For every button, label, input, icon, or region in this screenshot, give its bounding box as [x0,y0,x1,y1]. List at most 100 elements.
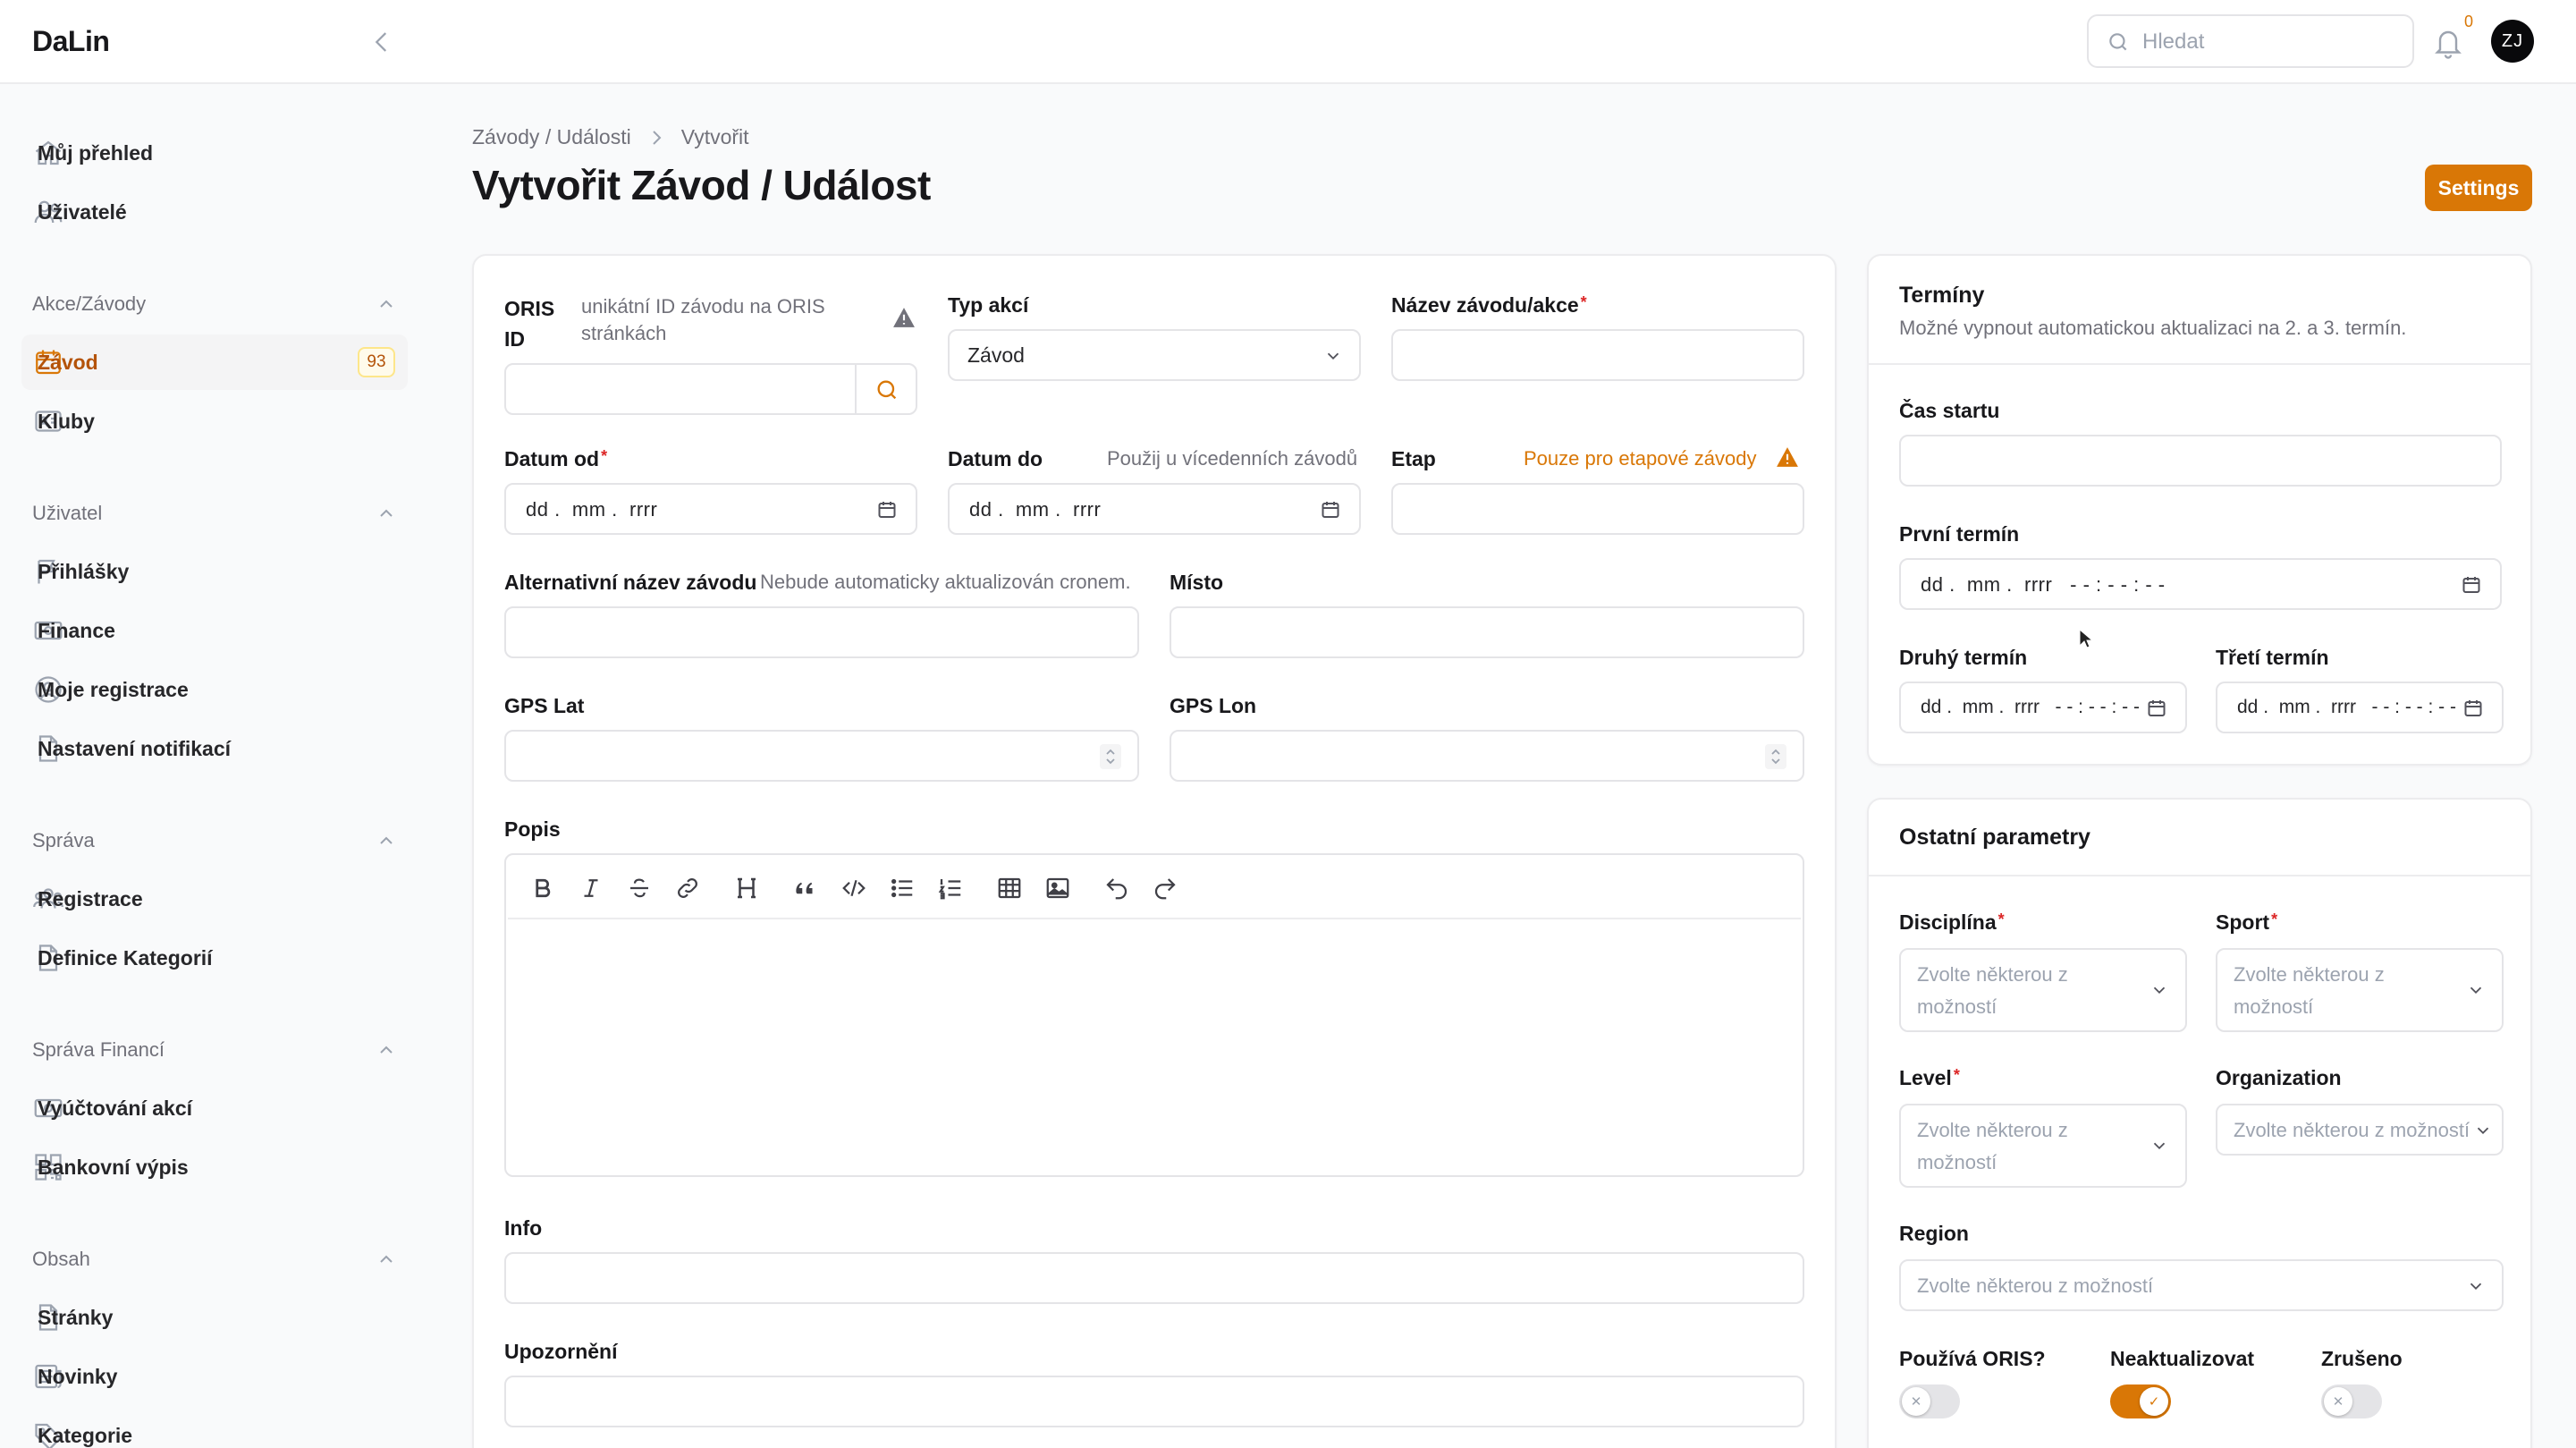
sidebar-group-label: Obsah [32,1248,90,1270]
sidebar-item-label: Uživatelé [38,199,127,224]
chevron-down-icon [2466,980,2486,1000]
gps-lat-input[interactable] [504,730,1139,782]
number-stepper-icon[interactable] [1100,744,1121,769]
bullet-list-icon[interactable] [889,875,916,902]
oris-id-input[interactable] [504,363,917,415]
calendar-icon[interactable] [2146,698,2167,719]
sidebar-item-kategorie[interactable]: Kategorie [21,1408,408,1448]
select-placeholder: Zvolte některou z možností [1917,1274,2154,1297]
sidebar-item-prihlasky[interactable]: Přihlášky [21,544,408,599]
ordered-list-icon[interactable] [937,875,964,902]
search-icon [874,377,899,402]
redo-icon[interactable] [1152,875,1178,902]
druhy-termin-input[interactable]: dd . mm . rrrr - - : - - : - - [1899,682,2187,733]
cas-startu-input[interactable] [1899,435,2502,487]
sidebar-item-vyuctovani-akci[interactable]: Vyúčtování akcí [21,1080,408,1136]
sidebar-item-bankovni-vypis[interactable]: Bankovní výpis [21,1139,408,1195]
collapse-sidebar-icon[interactable] [367,27,397,57]
sidebar-item-uzivatele[interactable]: Uživatelé [21,184,408,240]
calendar-icon[interactable] [2462,698,2484,719]
settings-button[interactable]: Settings [2425,165,2532,211]
number-stepper-icon[interactable] [1765,744,1786,769]
nazev-label: Název závodu/akce * [1391,293,1587,317]
oris-search-button[interactable] [855,365,916,413]
sidebar-item-stranky[interactable]: Stránky [21,1290,408,1345]
prvni-termin-input[interactable]: dd . mm . rrrr - - : - - : - - [1899,558,2502,610]
datetime-placeholder: dd . mm . rrrr - - : - - : - - [2237,697,2456,717]
italic-icon[interactable] [578,875,604,902]
organization-select[interactable]: Zvolte některou z možností [2216,1104,2504,1156]
blockquote-icon[interactable] [792,875,819,902]
x-icon: ✕ [2324,1387,2352,1416]
typ-akci-value: Závod [967,343,1025,367]
gps-lon-input[interactable] [1170,730,1804,782]
sidebar-item-label: Vyúčtování akcí [38,1096,193,1120]
region-select[interactable]: Zvolte některou z možností [1899,1259,2504,1311]
oris-id-hint: unikátní ID závodu na ORIS stránkách [581,295,825,344]
alt-nazev-input[interactable] [504,606,1139,658]
pouziva-oris-toggle[interactable]: ✕ [1899,1384,1960,1418]
top-bar: DaLin 0 ZJ [0,0,2576,84]
treti-termin-label: Třetí termín [2216,646,2329,669]
sport-select[interactable]: Zvolte některou z možností [2216,948,2504,1032]
search-icon [2107,30,2130,54]
heading-icon[interactable] [733,875,760,902]
calendar-icon[interactable] [1320,499,1341,521]
alt-nazev-hint: Nebude automaticky aktualizován cronem. [760,571,1131,593]
region-label: Region [1899,1222,1969,1245]
sidebar-item-prehled[interactable]: Můj přehled [21,125,408,181]
datum-do-input[interactable]: dd . mm . rrrr [948,483,1361,535]
undo-icon[interactable] [1103,875,1130,902]
chevron-up-icon [376,1039,397,1061]
sidebar-group-sprava-financi[interactable]: Správa Financí [32,1032,397,1068]
calendar-icon[interactable] [2461,574,2482,596]
popis-editor[interactable] [504,853,1804,1177]
nazev-input[interactable] [1391,329,1804,381]
sidebar-item-novinky[interactable]: Novinky [21,1349,408,1404]
treti-termin-input[interactable]: dd . mm . rrrr - - : - - : - - [2216,682,2504,733]
code-icon[interactable] [840,875,867,902]
datum-od-input[interactable]: dd . mm . rrrr [504,483,917,535]
global-search[interactable] [2087,14,2414,68]
search-input[interactable] [2142,27,2402,57]
organization-label: Organization [2216,1066,2342,1089]
ostatni-parametry-card: Ostatní parametry Disciplína * Zvolte něk… [1867,798,2532,1448]
typ-akci-select[interactable]: Závod [948,329,1361,381]
neaktualizovat-toggle[interactable]: ✓ [2110,1384,2171,1418]
level-select[interactable]: Zvolte některou z možností [1899,1104,2187,1188]
sidebar-item-label: Nastavení notifikací [38,736,232,760]
sidebar-item-zavod[interactable]: Závod 93 [21,334,408,390]
image-icon[interactable] [1044,875,1071,902]
table-icon[interactable] [996,875,1023,902]
sidebar-item-label: Registrace [38,886,143,910]
sidebar-item-nastaveni-notifikaci[interactable]: Nastavení notifikací [21,721,408,776]
sidebar-item-moje-registrace[interactable]: Moje registrace [21,662,408,717]
sidebar-item-label: Moje registrace [38,677,189,701]
etap-input[interactable] [1391,483,1804,535]
avatar[interactable]: ZJ [2491,20,2534,63]
datum-do-label: Datum do [948,447,1043,470]
strikethrough-icon[interactable] [626,875,653,902]
bold-icon[interactable] [529,875,556,902]
sidebar-group-akce[interactable]: Akce/Závody [32,286,397,322]
sidebar-item-kluby[interactable]: Kluby [21,394,408,449]
sidebar-group-uzivatel[interactable]: Uživatel [32,495,397,531]
upozorneni-input[interactable] [504,1376,1804,1427]
calendar-icon[interactable] [876,499,898,521]
sidebar-item-registrace[interactable]: Registrace [21,871,408,927]
sidebar-item-finance[interactable]: Finance [21,603,408,658]
terminy-subtitle: Možné vypnout automatickou aktualizaci n… [1899,317,2407,339]
brand-logo[interactable]: DaLin [32,25,110,58]
sidebar-item-definice-kategorii[interactable]: Definice Kategorií [21,930,408,986]
link-icon[interactable] [674,875,701,902]
sidebar-group-obsah[interactable]: Obsah [32,1241,397,1277]
disciplina-select[interactable]: Zvolte některou z možností [1899,948,2187,1032]
misto-input[interactable] [1170,606,1804,658]
zruseno-toggle[interactable]: ✕ [2321,1384,2382,1418]
bell-icon[interactable] [2432,25,2468,61]
chevron-up-icon [376,830,397,851]
breadcrumb-parent[interactable]: Závody / Události [472,125,631,149]
info-input[interactable] [504,1252,1804,1304]
sidebar-group-sprava[interactable]: Správa [32,823,397,859]
datum-od-label: Datum od * [504,447,608,470]
